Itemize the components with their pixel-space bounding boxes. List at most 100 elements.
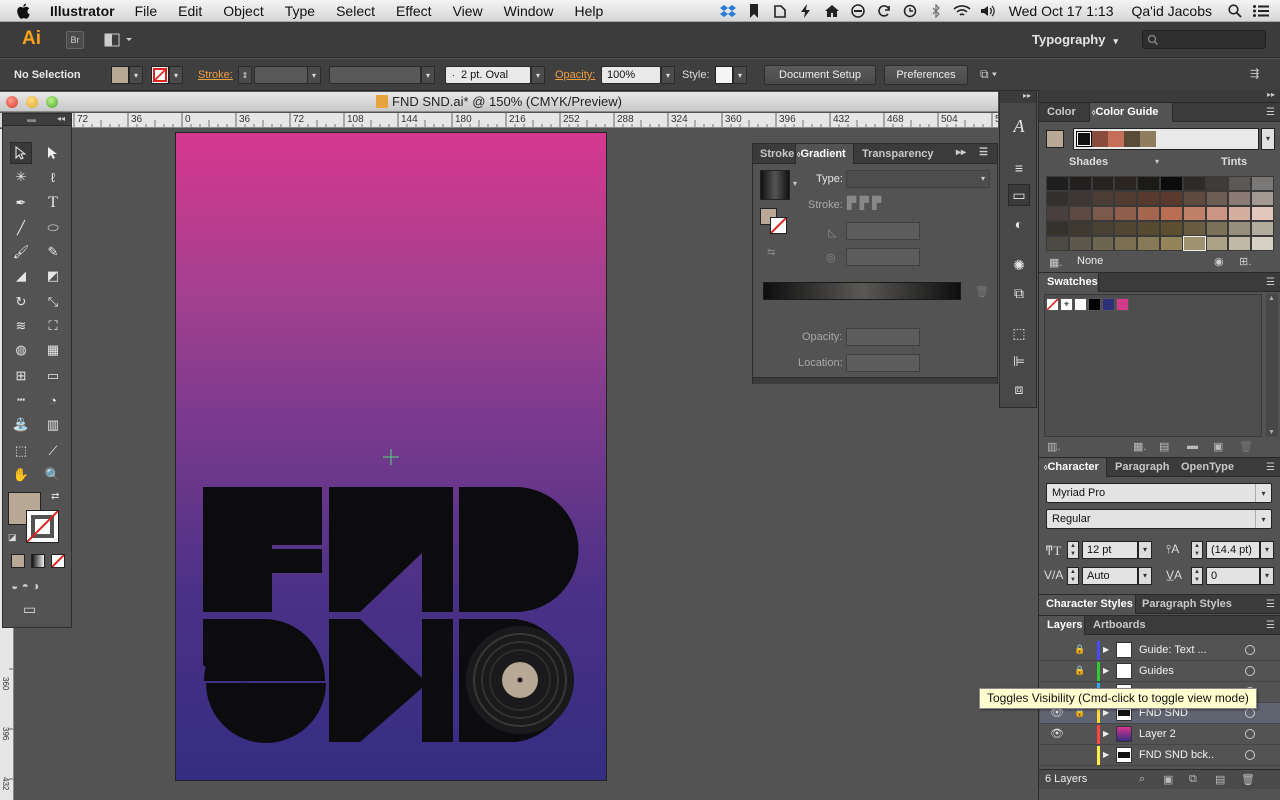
tab-character[interactable]: ◊Character bbox=[1044, 461, 1099, 473]
transparency-panel-icon[interactable]: ◐ bbox=[1008, 213, 1030, 235]
slice-tool-icon[interactable]: ⟋ bbox=[42, 440, 64, 462]
color-variation-swatch[interactable] bbox=[1114, 206, 1138, 221]
menu-effect[interactable]: Effect bbox=[396, 3, 432, 19]
tab-opentype[interactable]: OpenType bbox=[1181, 461, 1234, 473]
preferences-button[interactable]: Preferences bbox=[884, 65, 968, 85]
dropbox-icon[interactable] bbox=[715, 0, 741, 22]
gradient-thumbnail[interactable] bbox=[760, 170, 790, 200]
color-variation-swatch[interactable] bbox=[1091, 176, 1115, 191]
mesh-tool-icon[interactable]: ⊞ bbox=[10, 365, 32, 387]
color-variation-swatch[interactable] bbox=[1160, 221, 1183, 236]
opacity-field[interactable]: 100% bbox=[601, 66, 661, 84]
panel-menu-icon[interactable]: ☰ bbox=[979, 147, 988, 158]
brush-definition-field[interactable]: · 2 pt. Oval bbox=[445, 66, 531, 84]
panel-menu-icon[interactable]: ☰ bbox=[1266, 277, 1275, 288]
align-panel-icon[interactable]: ⊫ bbox=[1008, 350, 1030, 372]
panel-menu-icon[interactable]: ☰ bbox=[1266, 620, 1275, 631]
tracking-field[interactable]: 0 bbox=[1206, 567, 1260, 585]
color-variation-swatch[interactable] bbox=[1068, 221, 1092, 236]
color-variation-swatch[interactable] bbox=[1068, 236, 1092, 251]
none-mode-button[interactable] bbox=[51, 554, 65, 568]
kerning-field[interactable]: Auto bbox=[1082, 567, 1138, 585]
base-color-swatch[interactable] bbox=[1046, 130, 1064, 148]
color-variation-swatch[interactable] bbox=[1160, 191, 1183, 206]
time-machine-icon[interactable] bbox=[897, 0, 923, 22]
direct-selection-tool-icon[interactable] bbox=[42, 142, 64, 164]
document-setup-button[interactable]: Document Setup bbox=[764, 65, 876, 85]
color-variation-swatch[interactable] bbox=[1068, 206, 1092, 221]
free-transform-tool-icon[interactable]: ⛶ bbox=[42, 315, 64, 337]
bridge-button[interactable]: Br bbox=[66, 31, 84, 49]
color-variation-swatch[interactable] bbox=[1046, 236, 1069, 251]
font-style-select[interactable]: Regular ▾ bbox=[1046, 509, 1272, 529]
ellipse-tool-icon[interactable]: ⬭ bbox=[42, 217, 64, 239]
stroke-weight-dropdown[interactable]: ▾ bbox=[307, 66, 321, 84]
harmony-color-swatch[interactable] bbox=[1092, 131, 1108, 147]
gradient-stroke-box[interactable] bbox=[770, 217, 787, 234]
menu-edit[interactable]: Edit bbox=[178, 3, 202, 19]
layer-target-circle[interactable] bbox=[1245, 708, 1255, 718]
default-fill-stroke-icon[interactable]: ◪ bbox=[8, 532, 17, 543]
color-variation-swatch[interactable] bbox=[1046, 176, 1069, 191]
menu-user[interactable]: Qa'id Jacobs bbox=[1132, 3, 1213, 19]
menu-window[interactable]: Window bbox=[504, 3, 554, 19]
visibility-eye-icon[interactable]: 👁 bbox=[1050, 727, 1064, 740]
symbols-panel-icon[interactable]: ⧉ bbox=[1008, 282, 1030, 304]
layer-target-circle[interactable] bbox=[1245, 729, 1255, 739]
color-variation-swatch[interactable] bbox=[1046, 206, 1069, 221]
layer-row[interactable]: 🔒 ▶ Guide: Text ... bbox=[1040, 640, 1280, 661]
color-variation-swatch[interactable] bbox=[1251, 206, 1274, 221]
panel-menu-icon[interactable]: ☰ bbox=[1266, 107, 1275, 118]
color-variation-swatch[interactable] bbox=[1160, 206, 1183, 221]
font-size-dropdown[interactable]: ▾ bbox=[1138, 541, 1152, 559]
tab-color[interactable]: Color bbox=[1047, 106, 1076, 118]
chevron-down-icon[interactable]: ▾ bbox=[1155, 157, 1159, 166]
swatch[interactable] bbox=[1116, 298, 1129, 311]
tab-paragraph[interactable]: Paragraph bbox=[1115, 461, 1169, 473]
delete-stop-icon[interactable]: 🗑 bbox=[975, 285, 989, 298]
layer-name[interactable]: Guide: Text ... bbox=[1139, 644, 1207, 656]
swatch[interactable] bbox=[1102, 298, 1115, 311]
color-variation-swatch[interactable] bbox=[1114, 176, 1138, 191]
zoom-window-button[interactable] bbox=[46, 96, 58, 108]
new-layer-icon[interactable]: ▤ bbox=[1215, 773, 1225, 786]
color-variation-swatch[interactable] bbox=[1205, 236, 1229, 251]
stroke-weight-field[interactable] bbox=[254, 66, 308, 84]
layer-row[interactable]: ▶ FND SND bck.. bbox=[1040, 745, 1280, 766]
leading-field[interactable]: (14.4 pt) bbox=[1206, 541, 1260, 559]
reverse-gradient-icon[interactable]: ⇆ bbox=[767, 247, 783, 259]
arrange-documents-button[interactable] bbox=[104, 31, 134, 49]
swatches-scrollbar[interactable]: ▲ ▼ bbox=[1266, 294, 1278, 437]
tools-panel-header[interactable]: ◂◂ ▬ bbox=[3, 114, 71, 126]
swatch[interactable] bbox=[1088, 298, 1101, 311]
sync-icon[interactable] bbox=[871, 0, 897, 22]
angle-field[interactable] bbox=[846, 222, 920, 240]
lasso-tool-icon[interactable]: ℓ bbox=[42, 166, 64, 188]
harmony-color-swatch[interactable] bbox=[1076, 131, 1092, 147]
color-variation-swatch[interactable] bbox=[1114, 221, 1138, 236]
bookmark-icon[interactable] bbox=[741, 0, 767, 22]
close-window-button[interactable] bbox=[6, 96, 18, 108]
screen-mode-icon[interactable]: ▭ bbox=[23, 601, 47, 619]
gradient-tool-icon[interactable]: ▭ bbox=[42, 365, 64, 387]
color-variation-swatch[interactable] bbox=[1251, 176, 1274, 191]
expand-panel-icon[interactable]: ▸▸ bbox=[956, 147, 966, 158]
zoom-tool-icon[interactable]: 🔍 bbox=[42, 464, 64, 486]
kerning-dropdown[interactable]: ▾ bbox=[1138, 567, 1152, 585]
menu-view[interactable]: View bbox=[453, 3, 483, 19]
gradient-mode-button[interactable] bbox=[31, 554, 45, 568]
expand-triangle-icon[interactable]: ▶ bbox=[1103, 666, 1109, 675]
rotate-tool-icon[interactable]: ↻ bbox=[10, 291, 32, 313]
scale-tool-icon[interactable]: ⤡ bbox=[42, 291, 64, 313]
color-variation-swatch[interactable] bbox=[1046, 221, 1069, 236]
pen-tool-icon[interactable]: ✒ bbox=[10, 192, 32, 214]
kerning-stepper[interactable]: ▲ ▼ bbox=[1067, 567, 1079, 585]
color-variation-swatch[interactable] bbox=[1091, 236, 1115, 251]
harmony-color-swatch[interactable] bbox=[1108, 131, 1124, 147]
stroke-label-text[interactable]: Stroke: bbox=[198, 69, 233, 81]
color-variation-swatch[interactable] bbox=[1251, 191, 1274, 206]
swatches-footer-icons[interactable]: ▥. ▦. ▤ ▬ ▣ 🗑 bbox=[1047, 440, 1275, 454]
color-variation-swatch[interactable] bbox=[1046, 191, 1069, 206]
make-clipping-mask-icon[interactable]: ▣ bbox=[1163, 773, 1173, 786]
color-variation-swatch[interactable] bbox=[1091, 221, 1115, 236]
